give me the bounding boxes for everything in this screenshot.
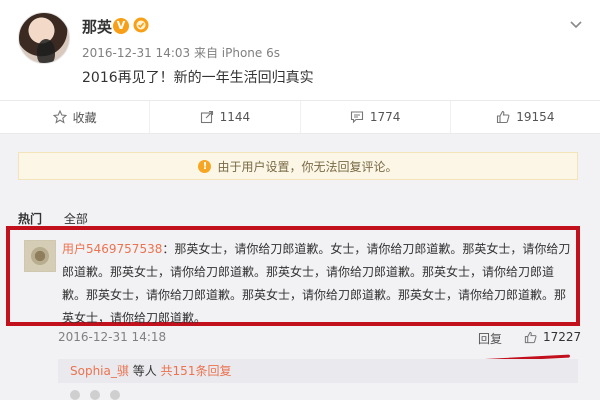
highlighted-comment: 用户5469757538：那英女士，请你给刀郎道歉。女士，请你给刀郎道歉。那英女…: [6, 226, 580, 326]
reply-button[interactable]: 回复: [478, 330, 502, 347]
sub-reply-summary[interactable]: Sophia_骐 等人 共151条回复: [58, 359, 578, 383]
share-count: 1144: [219, 110, 251, 124]
post-action-bar: 收藏 1144 1774 19154: [0, 100, 600, 134]
comment-like-button[interactable]: 17227: [524, 330, 581, 344]
chevron-down-icon[interactable]: [568, 16, 584, 32]
sub-reply-count-link[interactable]: 共151条回复: [161, 364, 232, 378]
comment-footer: 2016-12-31 14:18 回复 17227: [58, 330, 581, 348]
user-avatar[interactable]: [18, 12, 70, 64]
thumbs-up-icon: [524, 331, 537, 343]
warning-icon: !: [198, 159, 212, 173]
next-comment-partial: [70, 390, 370, 400]
share-button[interactable]: 1144: [150, 101, 301, 133]
sub-reply-middle: 等人: [132, 364, 157, 378]
post-content: 2016再见了！新的一年生活回归真实: [82, 70, 314, 86]
like-count: 19154: [516, 110, 555, 124]
tab-all[interactable]: 全部: [64, 210, 88, 227]
star-icon: [52, 110, 67, 124]
favorite-button[interactable]: 收藏: [0, 101, 151, 133]
comment-tabs: 热门 全部: [18, 210, 106, 227]
comment-button[interactable]: 1774: [301, 101, 451, 133]
next-comment-avatar: [90, 390, 100, 400]
notice-text: 由于用户设置，你无法回复评论。: [217, 159, 398, 174]
commenter-name[interactable]: 用户5469757538: [62, 242, 162, 256]
post-meta: 2016-12-31 14:03 来自 iPhone 6s: [82, 44, 280, 61]
verified-badge-icon: V: [113, 18, 129, 34]
thumbs-up-icon: [497, 110, 510, 124]
next-comment-avatar: [70, 390, 80, 400]
tab-hot[interactable]: 热门: [18, 210, 42, 227]
reply-restricted-notice: ! 由于用户设置，你无法回复评论。: [18, 152, 578, 180]
comment-body: 用户5469757538：那英女士，请你给刀郎道歉。女士，请你给刀郎道歉。那英女…: [62, 238, 574, 330]
commenter-avatar[interactable]: [24, 240, 56, 272]
comment-count: 1774: [369, 110, 401, 124]
next-comment-avatar: [110, 390, 120, 400]
sub-reply-user[interactable]: Sophia_骐: [70, 364, 129, 378]
favorite-label: 收藏: [72, 110, 97, 125]
comment-like-count: 17227: [543, 330, 582, 344]
weibo-post: 那英 V 2016-12-31 14:03 来自 iPhone 6s 2016再…: [0, 0, 600, 100]
post-author-name[interactable]: 那英: [82, 16, 112, 37]
post-source: 来自 iPhone 6s: [193, 46, 280, 60]
post-timestamp[interactable]: 2016-12-31 14:03: [82, 46, 190, 60]
comment-icon: [350, 111, 363, 124]
share-icon: [200, 110, 213, 124]
comment-section: ! 由于用户设置，你无法回复评论。 热门 全部 用户5469757538：那英女…: [0, 134, 600, 400]
like-button[interactable]: 19154: [451, 101, 600, 133]
comment-timestamp: 2016-12-31 14:18: [58, 330, 167, 344]
vip-medal-icon: [133, 17, 149, 33]
